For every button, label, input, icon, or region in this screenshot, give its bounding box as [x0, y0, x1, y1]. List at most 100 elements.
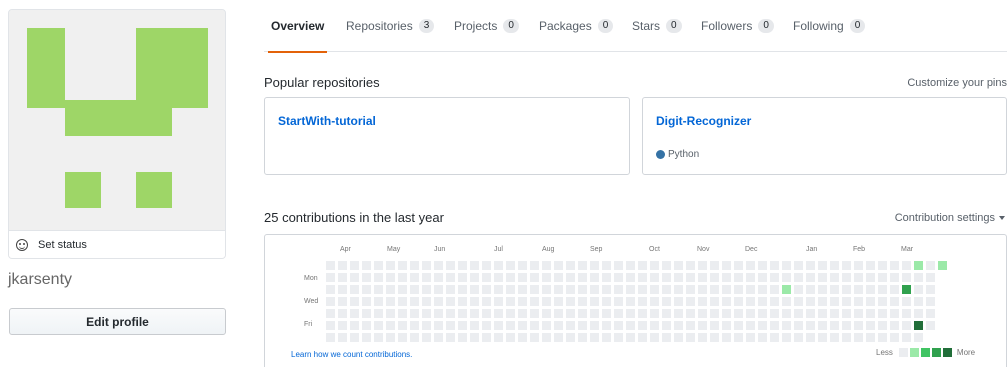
contribution-day-cell[interactable]	[458, 297, 467, 306]
contribution-day-cell[interactable]	[578, 297, 587, 306]
contribution-day-cell[interactable]	[554, 321, 563, 330]
contribution-day-cell[interactable]	[782, 321, 791, 330]
contribution-day-cell[interactable]	[638, 309, 647, 318]
contribution-day-cell[interactable]	[530, 297, 539, 306]
contribution-day-cell[interactable]	[410, 333, 419, 342]
contribution-day-cell[interactable]	[710, 333, 719, 342]
contribution-day-cell[interactable]	[338, 273, 347, 282]
contribution-day-cell[interactable]	[734, 273, 743, 282]
contribution-day-cell[interactable]	[866, 261, 875, 270]
contribution-day-cell[interactable]	[506, 273, 515, 282]
contribution-day-cell[interactable]	[854, 321, 863, 330]
contribution-day-cell[interactable]	[902, 297, 911, 306]
contribution-day-cell[interactable]	[698, 273, 707, 282]
contribution-day-cell[interactable]	[614, 285, 623, 294]
contribution-day-cell[interactable]	[626, 309, 635, 318]
contribution-day-cell[interactable]	[494, 297, 503, 306]
tab-stars[interactable]: Stars 0	[632, 0, 682, 52]
contribution-day-cell[interactable]	[686, 273, 695, 282]
contribution-day-cell[interactable]	[350, 297, 359, 306]
contribution-day-cell[interactable]	[926, 321, 935, 330]
contribution-day-cell[interactable]	[578, 261, 587, 270]
tab-following[interactable]: Following 0	[793, 0, 866, 52]
contribution-day-cell[interactable]	[506, 297, 515, 306]
contribution-day-cell[interactable]	[410, 297, 419, 306]
contribution-day-cell[interactable]	[650, 333, 659, 342]
contribution-day-cell[interactable]	[542, 261, 551, 270]
contribution-day-cell[interactable]	[938, 261, 947, 270]
contribution-day-cell[interactable]	[746, 297, 755, 306]
contribution-day-cell[interactable]	[530, 321, 539, 330]
contribution-day-cell[interactable]	[722, 309, 731, 318]
contribution-day-cell[interactable]	[782, 297, 791, 306]
contribution-day-cell[interactable]	[806, 321, 815, 330]
contribution-day-cell[interactable]	[398, 261, 407, 270]
contribution-day-cell[interactable]	[362, 285, 371, 294]
contribution-day-cell[interactable]	[494, 273, 503, 282]
contribution-day-cell[interactable]	[866, 285, 875, 294]
contribution-day-cell[interactable]	[662, 285, 671, 294]
contribution-day-cell[interactable]	[758, 321, 767, 330]
contribution-day-cell[interactable]	[554, 273, 563, 282]
contribution-day-cell[interactable]	[506, 261, 515, 270]
contribution-day-cell[interactable]	[878, 285, 887, 294]
tab-projects[interactable]: Projects 0	[454, 0, 519, 52]
contribution-day-cell[interactable]	[626, 273, 635, 282]
contribution-day-cell[interactable]	[662, 333, 671, 342]
contribution-day-cell[interactable]	[770, 333, 779, 342]
contribution-day-cell[interactable]	[710, 297, 719, 306]
contribution-day-cell[interactable]	[590, 297, 599, 306]
contribution-day-cell[interactable]	[830, 261, 839, 270]
contribution-day-cell[interactable]	[446, 261, 455, 270]
contribution-day-cell[interactable]	[446, 333, 455, 342]
contribution-day-cell[interactable]	[542, 321, 551, 330]
contribution-day-cell[interactable]	[794, 273, 803, 282]
contribution-day-cell[interactable]	[662, 321, 671, 330]
contribution-day-cell[interactable]	[806, 297, 815, 306]
contribution-day-cell[interactable]	[554, 333, 563, 342]
contribution-day-cell[interactable]	[662, 297, 671, 306]
contribution-day-cell[interactable]	[650, 285, 659, 294]
contribution-day-cell[interactable]	[734, 321, 743, 330]
contribution-day-cell[interactable]	[386, 261, 395, 270]
contribution-day-cell[interactable]	[422, 309, 431, 318]
contribution-day-cell[interactable]	[878, 297, 887, 306]
contribution-day-cell[interactable]	[470, 261, 479, 270]
contribution-day-cell[interactable]	[386, 321, 395, 330]
contribution-day-cell[interactable]	[374, 285, 383, 294]
contribution-day-cell[interactable]	[362, 273, 371, 282]
contribution-day-cell[interactable]	[902, 321, 911, 330]
contribution-day-cell[interactable]	[458, 321, 467, 330]
contribution-day-cell[interactable]	[914, 321, 923, 330]
contribution-day-cell[interactable]	[698, 321, 707, 330]
contribution-day-cell[interactable]	[470, 273, 479, 282]
contribution-day-cell[interactable]	[422, 261, 431, 270]
contribution-day-cell[interactable]	[338, 261, 347, 270]
contribution-day-cell[interactable]	[602, 273, 611, 282]
contribution-day-cell[interactable]	[566, 333, 575, 342]
contribution-day-cell[interactable]	[746, 333, 755, 342]
contribution-settings-dropdown[interactable]: Contribution settings	[895, 212, 1005, 224]
contribution-day-cell[interactable]	[698, 261, 707, 270]
contribution-day-cell[interactable]	[710, 321, 719, 330]
contribution-day-cell[interactable]	[902, 309, 911, 318]
contribution-day-cell[interactable]	[410, 261, 419, 270]
contribution-day-cell[interactable]	[662, 273, 671, 282]
contribution-day-cell[interactable]	[794, 297, 803, 306]
contribution-day-cell[interactable]	[770, 309, 779, 318]
contribution-day-cell[interactable]	[830, 309, 839, 318]
contribution-day-cell[interactable]	[518, 261, 527, 270]
contribution-day-cell[interactable]	[326, 309, 335, 318]
contribution-day-cell[interactable]	[422, 297, 431, 306]
contribution-day-cell[interactable]	[434, 261, 443, 270]
contribution-day-cell[interactable]	[878, 309, 887, 318]
contribution-day-cell[interactable]	[830, 321, 839, 330]
contribution-day-cell[interactable]	[458, 333, 467, 342]
contribution-day-cell[interactable]	[578, 309, 587, 318]
contribution-day-cell[interactable]	[722, 321, 731, 330]
contribution-day-cell[interactable]	[350, 261, 359, 270]
contribution-day-cell[interactable]	[818, 285, 827, 294]
contribution-day-cell[interactable]	[866, 321, 875, 330]
contribution-day-cell[interactable]	[758, 273, 767, 282]
contribution-day-cell[interactable]	[914, 273, 923, 282]
